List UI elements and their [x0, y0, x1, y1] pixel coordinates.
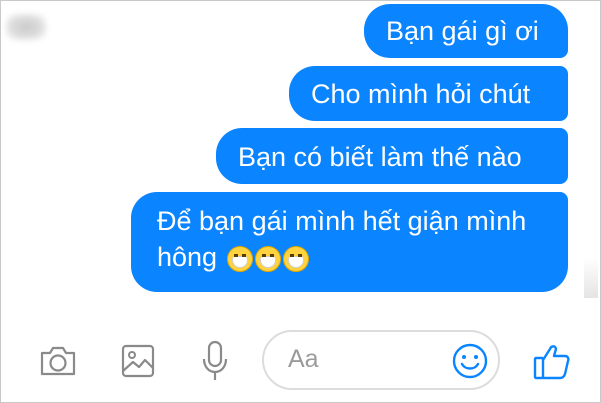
- message-bubble-1[interactable]: Bạn gái gì ơi: [364, 4, 568, 58]
- message-text: Để bạn gái mình hết giận mình: [157, 206, 527, 236]
- message-input-placeholder: Aa: [288, 345, 319, 373]
- microphone-icon: [202, 340, 228, 380]
- image-icon: [121, 344, 155, 378]
- message-bubble-4[interactable]: Để bạn gái mình hết giận mình hông: [131, 192, 568, 292]
- image-button[interactable]: [118, 341, 158, 381]
- message-input[interactable]: Aa: [262, 330, 500, 390]
- blurred-avatar: [6, 14, 46, 40]
- message-text-line-2: hông: [157, 239, 556, 275]
- face-with-mask-emoji: [254, 246, 281, 272]
- thumbs-up-icon: [533, 345, 570, 380]
- like-button[interactable]: [532, 341, 572, 381]
- microphone-button[interactable]: [195, 340, 235, 381]
- message-text: hông: [157, 242, 218, 272]
- emoji-button[interactable]: [450, 341, 490, 381]
- scroll-edge: [584, 258, 598, 298]
- message-text: Bạn có biết làm thế nào: [238, 142, 522, 172]
- face-with-mask-emoji: [226, 246, 253, 272]
- camera-icon: [40, 346, 76, 376]
- message-bubble-2[interactable]: Cho mình hỏi chút: [289, 66, 568, 121]
- composer-toolbar: Aa: [0, 318, 601, 403]
- emoji-icon: [452, 343, 488, 379]
- message-text: Bạn gái gì ơi: [386, 16, 539, 46]
- face-with-mask-emoji: [282, 246, 309, 272]
- message-text: Cho mình hỏi chút: [311, 79, 531, 109]
- camera-button[interactable]: [38, 341, 78, 381]
- message-bubble-3[interactable]: Bạn có biết làm thế nào: [216, 128, 568, 184]
